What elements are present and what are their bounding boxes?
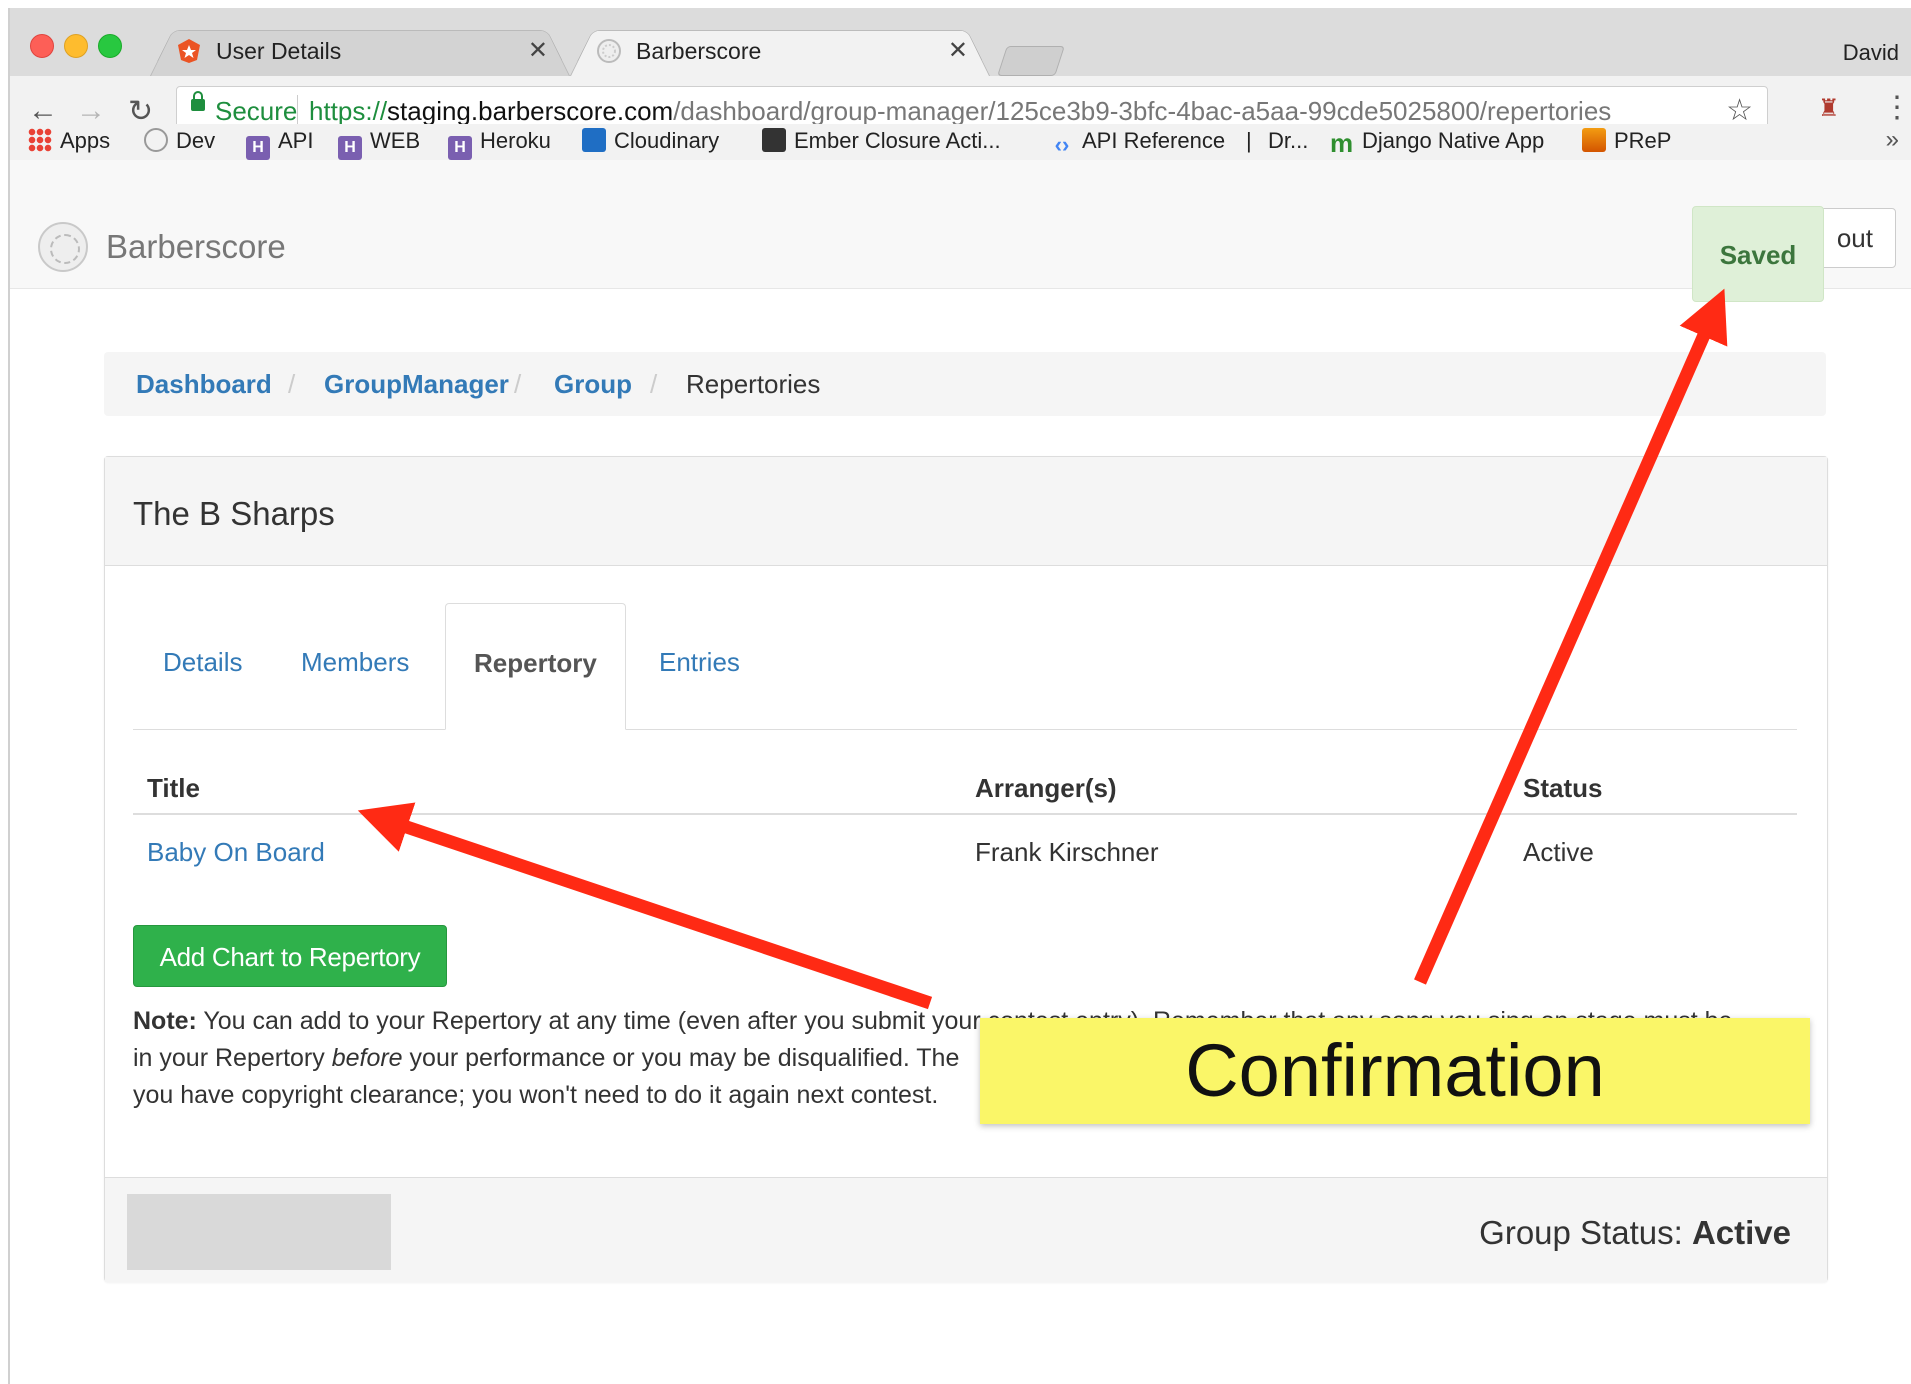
divider [297,95,298,125]
tab-barberscore[interactable]: Barberscore ✕ [570,24,990,76]
saved-toast: Saved [1692,206,1824,302]
heroku-icon: H [448,136,472,160]
forward-arrow-icon[interactable]: → [76,94,106,128]
app-navbar: Barberscore out Saved [10,160,1911,302]
barberscore-logo-icon [597,39,621,63]
add-chart-button[interactable]: Add Chart to Repertory [133,925,447,987]
breadcrumb-separator: / [288,369,296,399]
brand-logo[interactable] [38,222,88,272]
chart-status: Active [1523,837,1594,867]
brand-name[interactable]: Barberscore [106,228,286,266]
chart-arranger: Frank Kirschner [975,837,1159,867]
tab-entries[interactable]: Entries [659,603,740,729]
panel-footer: Group Status: Active [105,1177,1827,1282]
close-window-button[interactable] [30,34,54,58]
url-text[interactable]: https://staging.barberscore.com/dashboar… [309,96,1611,127]
extension-icon[interactable]: ♜ [1818,94,1846,122]
heroku-icon: H [338,136,362,160]
tab-user-details[interactable]: User Details ✕ [150,24,570,76]
repertory-table-header: Title Arranger(s) Status [133,729,1797,815]
chart-title-link[interactable]: Baby On Board [147,837,325,868]
tab-strip: User Details ✕ Barberscore ✕ David [10,8,1911,76]
back-arrow-icon[interactable]: ← [28,94,58,128]
bookmark-api[interactable]: H API [246,128,313,160]
redacted-area [127,1194,391,1270]
bookmark-cloudinary[interactable]: Cloudinary [582,128,719,154]
new-tab-button[interactable] [997,46,1065,76]
heroku-icon: H [246,136,270,160]
bookmarks-overflow-button[interactable]: » [1886,126,1899,154]
breadcrumb-dashboard[interactable]: Dashboard [136,369,272,400]
bookmark-django-native-app[interactable]: m Django Native App [1330,128,1544,156]
bookmark-prep[interactable]: PReP [1582,128,1671,154]
bookmark-star-icon[interactable]: ☆ [1726,93,1753,128]
breadcrumb: Dashboard / GroupManager / Group / Reper… [104,352,1826,416]
group-name: The B Sharps [133,495,335,532]
confirmation-callout: Confirmation [980,1018,1810,1124]
column-header-status: Status [1523,773,1603,803]
table-row: Baby On Board Frank Kirschner Active [133,813,1797,885]
minimize-window-button[interactable] [64,34,88,58]
tab-title: Barberscore [636,38,762,64]
browser-menu-icon[interactable]: ⋮ [1882,90,1911,125]
bookmark-dr[interactable]: Dr... [1268,128,1308,154]
bookmark-api-reference[interactable]: ‹› API Reference [1050,128,1225,157]
cloudinary-icon [582,128,606,152]
group-status: Group Status: Active [1479,1214,1791,1251]
tab-details[interactable]: Details [163,603,242,729]
zoom-window-button[interactable] [98,34,122,58]
globe-icon [144,128,168,152]
bookmark-dev[interactable]: Dev [144,128,215,154]
bookmark-web[interactable]: H WEB [338,128,420,160]
secure-label: Secure [215,96,298,126]
breadcrumb-repertories: Repertories [686,369,821,399]
column-header-title: Title [147,773,200,803]
column-header-arrangers: Arranger(s) [975,773,1117,803]
bookmark-separator: | [1246,128,1252,153]
breadcrumb-groupmanager[interactable]: GroupManager [324,369,509,400]
tab-members[interactable]: Members [301,603,409,729]
panel-heading: The B Sharps [105,457,1827,566]
breadcrumb-separator: / [650,369,658,399]
browser-window: User Details ✕ Barberscore ✕ David ← → ↻… [8,8,1911,1384]
close-tab-icon[interactable]: ✕ [948,36,968,65]
lock-icon [191,91,205,111]
breadcrumb-separator: / [514,369,522,399]
profile-name[interactable]: David [1843,40,1899,66]
apps-grid-icon [28,128,52,152]
group-tabs: Details Members Repertory Entries [133,603,1797,730]
close-tab-icon[interactable]: ✕ [528,36,548,65]
prep-icon [1582,128,1606,152]
bookmarks-bar: Apps Dev H API H WEB H Heroku Cloudinary Em… [10,124,1911,161]
bookmark-apps[interactable]: Apps [28,128,110,154]
m-icon: m [1330,128,1354,158]
tab-repertory[interactable]: Repertory [445,603,626,730]
tab-title: User Details [216,38,342,64]
bookmark-heroku[interactable]: H Heroku [448,128,551,160]
group-panel: The B Sharps Details Members Repertory E… [104,456,1828,1282]
breadcrumb-group[interactable]: Group [554,369,632,400]
api-icon: ‹› [1054,132,1070,157]
auth0-shield-icon [178,39,200,63]
ember-icon [762,128,786,152]
bookmark-ember-closure[interactable]: Ember Closure Acti... [762,128,1001,154]
